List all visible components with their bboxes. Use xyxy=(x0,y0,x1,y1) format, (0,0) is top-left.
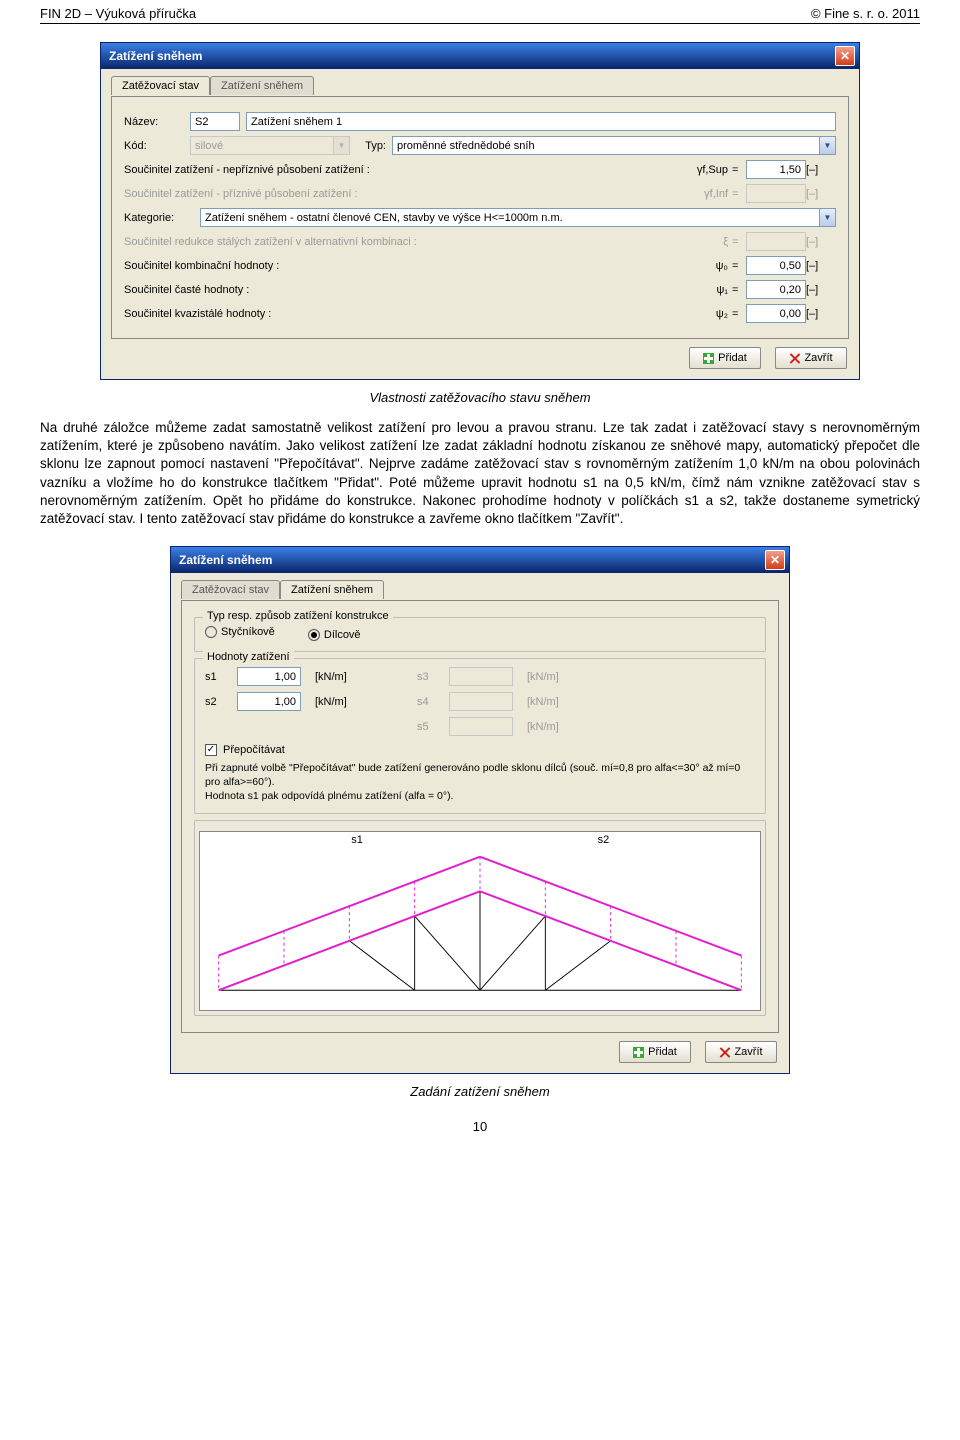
coeff-psi2-label: Součinitel kvazistálé hodnoty : xyxy=(124,308,677,320)
tabs: Zatěžovací stav Zatížení sněhem xyxy=(111,75,849,94)
name-label: Název: xyxy=(124,116,184,128)
x-icon xyxy=(719,1047,730,1058)
s3-label: s3 xyxy=(417,671,441,683)
chevron-down-icon: ▼ xyxy=(333,137,349,154)
unit: [–] xyxy=(806,308,836,320)
s3-field xyxy=(449,667,513,686)
coeff-psi0-symbol: ψ₀ xyxy=(677,260,732,272)
header-right: © Fine s. r. o. 2011 xyxy=(811,6,920,21)
dialog-title: Zatížení sněhem xyxy=(179,553,272,567)
s1-field[interactable] xyxy=(237,667,301,686)
chevron-down-icon[interactable]: ▼ xyxy=(819,209,835,226)
tab-load-case[interactable]: Zatěžovací stav xyxy=(111,76,210,95)
s2-label: s2 xyxy=(205,696,229,708)
header-left: FIN 2D – Výuková příručka xyxy=(40,6,196,21)
page-header: FIN 2D – Výuková příručka © Fine s. r. o… xyxy=(40,0,920,24)
figure-caption-2: Zadání zatížení sněhem xyxy=(40,1084,920,1099)
radio-by-joints[interactable]: Styčníkově xyxy=(205,626,275,638)
truss-graph: s1 s2 xyxy=(199,831,761,1011)
unit: [–] xyxy=(806,284,836,296)
plus-icon xyxy=(633,1047,644,1058)
unit: [kN/m] xyxy=(315,671,361,683)
coeff-psi1-label: Součinitel časté hodnoty : xyxy=(124,284,677,296)
code-combo: silové▼ xyxy=(190,136,350,155)
coeff-psi2-symbol: ψ₂ xyxy=(677,308,732,320)
snow-load-dialog-1: Zatížení sněhem ✕ Zatěžovací stav Zatíže… xyxy=(100,42,860,380)
recalc-note: Při zapnuté volbě "Přepočítávat" bude za… xyxy=(205,762,755,803)
coeff-inf-field xyxy=(746,184,806,203)
category-label: Kategorie: xyxy=(124,212,194,224)
tab-snow-load[interactable]: Zatížení sněhem xyxy=(280,580,384,599)
coeff-psi0-field[interactable] xyxy=(746,256,806,275)
coeff-sup-symbol: γf,Sup xyxy=(677,164,732,176)
name-code-field[interactable] xyxy=(190,112,240,131)
recalc-checkbox[interactable]: ✓ xyxy=(205,744,217,756)
legend: Typ resp. způsob zatížení konstrukce xyxy=(203,610,393,622)
add-button[interactable]: Přidat xyxy=(689,347,761,369)
titlebar: Zatížení sněhem ✕ xyxy=(171,547,789,573)
tab-snow-load[interactable]: Zatížení sněhem xyxy=(210,76,314,95)
load-values-fieldset: Hodnoty zatížení s1 [kN/m] s3 [kN/m] s2 … xyxy=(194,658,766,814)
figure-caption-1: Vlastnosti zatěžovacího stavu sněhem xyxy=(40,390,920,405)
x-icon xyxy=(789,353,800,364)
category-combo[interactable]: Zatížení sněhem - ostatní členové CEN, s… xyxy=(200,208,836,227)
s5-field xyxy=(449,717,513,736)
coeff-xi-field xyxy=(746,232,806,251)
unit: [–] xyxy=(806,236,836,248)
titlebar: Zatížení sněhem ✕ xyxy=(101,43,859,69)
s2-field[interactable] xyxy=(237,692,301,711)
radio-by-members[interactable]: Dílcově xyxy=(308,629,361,641)
add-button[interactable]: Přidat xyxy=(619,1041,691,1063)
close-button[interactable]: Zavřít xyxy=(705,1041,777,1063)
coeff-psi1-field[interactable] xyxy=(746,280,806,299)
chevron-down-icon[interactable]: ▼ xyxy=(819,137,835,154)
code-label: Kód: xyxy=(124,140,184,152)
coeff-psi1-symbol: ψ₁ xyxy=(677,284,732,296)
coeff-psi0-label: Součinitel kombinační hodnoty : xyxy=(124,260,677,272)
s4-field xyxy=(449,692,513,711)
type-combo[interactable]: proměnné střednědobé sníh▼ xyxy=(392,136,836,155)
unit: [–] xyxy=(806,260,836,272)
page-number: 10 xyxy=(40,1119,920,1134)
unit: [–] xyxy=(806,164,836,176)
close-icon[interactable]: ✕ xyxy=(835,46,855,66)
s1-label: s1 xyxy=(205,671,229,683)
unit: [kN/m] xyxy=(527,696,573,708)
unit: [–] xyxy=(806,188,836,200)
snow-load-dialog-2: Zatížení sněhem ✕ Zatěžovací stav Zatíže… xyxy=(170,546,790,1074)
load-type-fieldset: Typ resp. způsob zatížení konstrukce Sty… xyxy=(194,617,766,652)
coeff-xi-label: Součinitel redukce stálých zatížení v al… xyxy=(124,236,677,248)
plus-icon xyxy=(703,353,714,364)
unit: [kN/m] xyxy=(315,696,361,708)
tabs: Zatěžovací stav Zatížení sněhem xyxy=(181,579,779,598)
coeff-psi2-field[interactable] xyxy=(746,304,806,323)
unit: [kN/m] xyxy=(527,671,573,683)
s4-label: s4 xyxy=(417,696,441,708)
coeff-sup-label: Součinitel zatížení - nepříznivé působen… xyxy=(124,164,677,176)
close-icon[interactable]: ✕ xyxy=(765,550,785,570)
coeff-inf-label: Součinitel zatížení - příznivé působení … xyxy=(124,188,677,200)
recalc-label: Přepočítávat xyxy=(223,744,285,756)
type-label: Typ: xyxy=(356,140,386,152)
coeff-xi-symbol: ξ xyxy=(677,236,732,248)
graph-fieldset: s1 s2 xyxy=(194,820,766,1016)
body-paragraph: Na druhé záložce můžeme zadat samostatně… xyxy=(40,419,920,528)
unit: [kN/m] xyxy=(527,721,573,733)
coeff-sup-field[interactable] xyxy=(746,160,806,179)
legend: Hodnoty zatížení xyxy=(203,651,294,663)
close-button[interactable]: Zavřít xyxy=(775,347,847,369)
s5-label: s5 xyxy=(417,721,441,733)
dialog-title: Zatížení sněhem xyxy=(109,49,202,63)
name-text-field[interactable] xyxy=(246,112,836,131)
coeff-inf-symbol: γf,Inf xyxy=(677,188,732,200)
tab-load-case[interactable]: Zatěžovací stav xyxy=(181,580,280,599)
